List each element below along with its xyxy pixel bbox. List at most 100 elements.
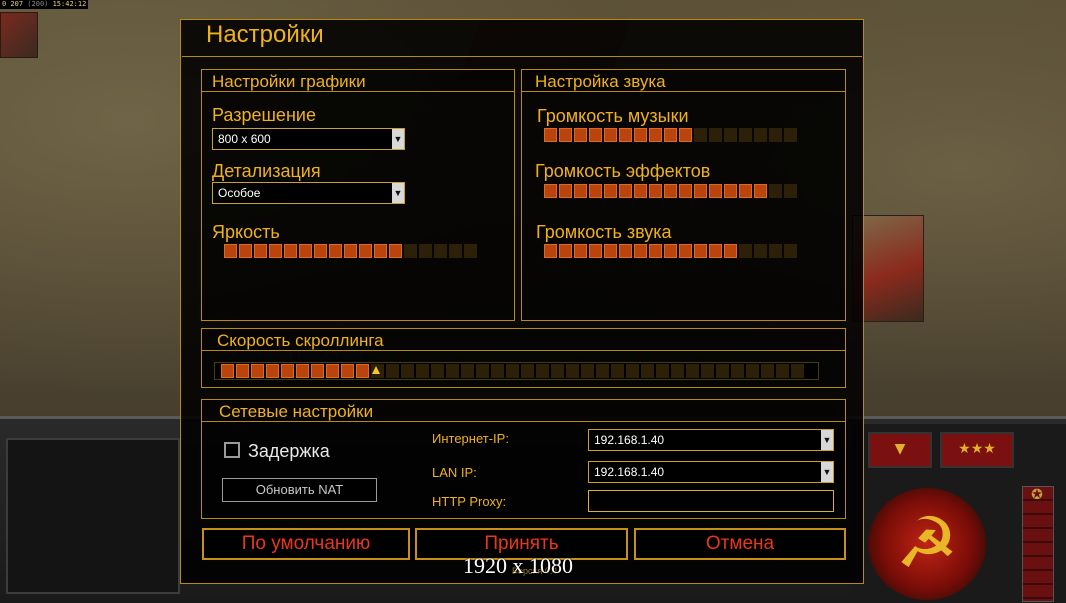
slider-segment[interactable] [641, 364, 654, 378]
scroll-speed-slider[interactable] [221, 364, 804, 378]
slider-segment[interactable] [784, 184, 797, 198]
voice-volume-slider[interactable] [544, 244, 797, 258]
slider-segment[interactable] [739, 184, 752, 198]
slider-segment[interactable] [724, 128, 737, 142]
slider-segment[interactable] [544, 128, 557, 142]
slider-segment[interactable] [694, 184, 707, 198]
slider-segment[interactable] [701, 364, 714, 378]
slider-segment[interactable] [649, 244, 662, 258]
slider-segment[interactable] [284, 244, 297, 258]
slider-segment[interactable] [254, 244, 267, 258]
slider-segment[interactable] [604, 184, 617, 198]
brightness-slider[interactable] [224, 244, 477, 258]
scroll-speed-thumb[interactable] [372, 366, 380, 374]
detail-select[interactable]: Особое ▼ [212, 182, 405, 204]
slider-segment[interactable] [449, 244, 462, 258]
lan-ip-select[interactable]: 192.168.1.40 ▼ [588, 461, 834, 483]
internet-ip-select[interactable]: 192.168.1.40 ▼ [588, 429, 834, 451]
slider-segment[interactable] [589, 184, 602, 198]
slider-segment[interactable] [386, 364, 399, 378]
slider-segment[interactable] [281, 364, 294, 378]
slider-segment[interactable] [739, 244, 752, 258]
delay-label[interactable]: Задержка [248, 441, 330, 462]
chevron-down-icon[interactable]: ▼ [821, 462, 833, 482]
slider-segment[interactable] [769, 184, 782, 198]
slider-segment[interactable] [239, 244, 252, 258]
chevron-down-icon[interactable]: ▼ [392, 183, 404, 203]
slider-segment[interactable] [596, 364, 609, 378]
delay-checkbox[interactable] [224, 442, 240, 458]
slider-segment[interactable] [694, 128, 707, 142]
slider-segment[interactable] [574, 244, 587, 258]
slider-segment[interactable] [656, 364, 669, 378]
slider-segment[interactable] [476, 364, 489, 378]
slider-segment[interactable] [664, 128, 677, 142]
cancel-button[interactable]: Отмена [634, 528, 846, 560]
slider-segment[interactable] [671, 364, 684, 378]
slider-segment[interactable] [221, 364, 234, 378]
slider-segment[interactable] [604, 244, 617, 258]
slider-segment[interactable] [311, 364, 324, 378]
slider-segment[interactable] [401, 364, 414, 378]
slider-segment[interactable] [634, 128, 647, 142]
slider-segment[interactable] [269, 244, 282, 258]
slider-segment[interactable] [679, 128, 692, 142]
slider-segment[interactable] [299, 244, 312, 258]
slider-segment[interactable] [464, 244, 477, 258]
slider-segment[interactable] [649, 184, 662, 198]
slider-segment[interactable] [314, 244, 327, 258]
slider-segment[interactable] [784, 244, 797, 258]
slider-segment[interactable] [544, 184, 557, 198]
slider-segment[interactable] [686, 364, 699, 378]
slider-segment[interactable] [419, 244, 432, 258]
http-proxy-input[interactable] [588, 490, 834, 512]
slider-segment[interactable] [664, 184, 677, 198]
slider-segment[interactable] [679, 184, 692, 198]
slider-segment[interactable] [724, 244, 737, 258]
slider-segment[interactable] [431, 364, 444, 378]
slider-segment[interactable] [491, 364, 504, 378]
slider-segment[interactable] [784, 128, 797, 142]
slider-segment[interactable] [566, 364, 579, 378]
slider-segment[interactable] [266, 364, 279, 378]
slider-segment[interactable] [619, 128, 632, 142]
slider-segment[interactable] [619, 184, 632, 198]
slider-segment[interactable] [389, 244, 402, 258]
slider-segment[interactable] [694, 244, 707, 258]
slider-segment[interactable] [746, 364, 759, 378]
slider-segment[interactable] [329, 244, 342, 258]
slider-segment[interactable] [551, 364, 564, 378]
slider-segment[interactable] [581, 364, 594, 378]
slider-segment[interactable] [791, 364, 804, 378]
slider-segment[interactable] [461, 364, 474, 378]
slider-segment[interactable] [664, 244, 677, 258]
slider-segment[interactable] [251, 364, 264, 378]
slider-segment[interactable] [754, 244, 767, 258]
slider-segment[interactable] [416, 364, 429, 378]
slider-segment[interactable] [649, 128, 662, 142]
slider-segment[interactable] [356, 364, 369, 378]
slider-segment[interactable] [754, 128, 767, 142]
hud-stars-button[interactable]: ★★★ [940, 432, 1014, 468]
resolution-select[interactable]: 800 x 600 ▼ [212, 128, 405, 150]
slider-segment[interactable] [709, 184, 722, 198]
slider-segment[interactable] [709, 244, 722, 258]
default-button[interactable]: По умолчанию [202, 528, 410, 560]
slider-segment[interactable] [604, 128, 617, 142]
slider-segment[interactable] [559, 184, 572, 198]
slider-segment[interactable] [574, 184, 587, 198]
slider-segment[interactable] [341, 364, 354, 378]
slider-segment[interactable] [446, 364, 459, 378]
slider-segment[interactable] [709, 128, 722, 142]
slider-segment[interactable] [374, 244, 387, 258]
slider-segment[interactable] [296, 364, 309, 378]
slider-segment[interactable] [559, 128, 572, 142]
slider-segment[interactable] [506, 364, 519, 378]
slider-segment[interactable] [716, 364, 729, 378]
slider-segment[interactable] [739, 128, 752, 142]
slider-segment[interactable] [619, 244, 632, 258]
chevron-down-icon[interactable]: ▼ [392, 129, 404, 149]
hud-chevron-button[interactable]: ▼ [868, 432, 932, 468]
slider-segment[interactable] [404, 244, 417, 258]
slider-segment[interactable] [724, 184, 737, 198]
